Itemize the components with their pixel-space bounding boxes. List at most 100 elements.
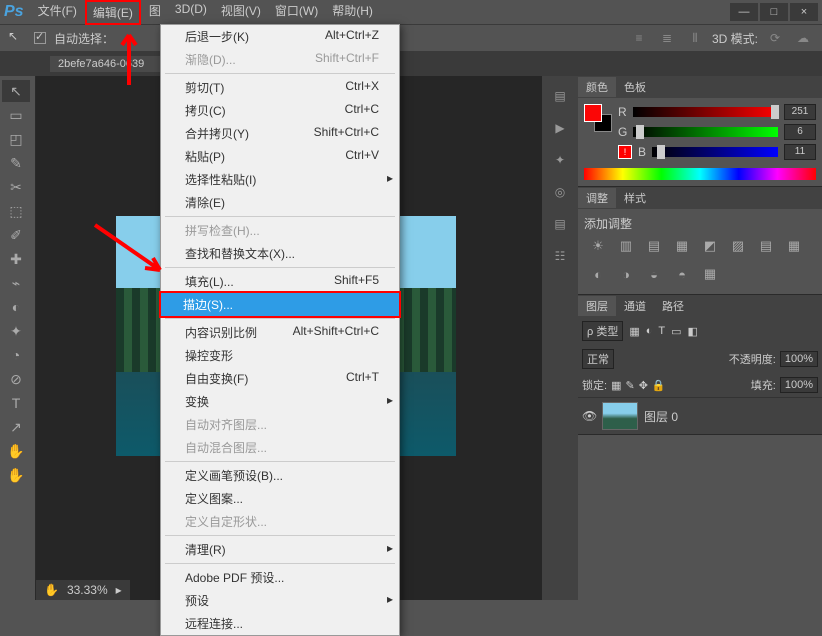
- close-button[interactable]: ×: [790, 3, 818, 21]
- edit-menu-item[interactable]: 内容识别比例Alt+Shift+Ctrl+C: [161, 321, 399, 344]
- dock-history-icon[interactable]: ▤: [548, 84, 572, 108]
- layer-row[interactable]: 👁 图层 0: [578, 397, 822, 434]
- menu-edit[interactable]: 编辑(E): [85, 0, 141, 25]
- exposure-icon[interactable]: ▦: [672, 236, 692, 256]
- minimize-button[interactable]: —: [730, 3, 758, 21]
- b-value[interactable]: 11: [784, 144, 816, 160]
- crop-tool[interactable]: ✂: [2, 176, 30, 198]
- edit-menu-item[interactable]: 查找和替换文本(X)...: [161, 242, 399, 265]
- menu-view[interactable]: 视图(V): [215, 0, 267, 25]
- hand-icon[interactable]: ✋: [44, 583, 59, 597]
- hue-ramp[interactable]: [584, 168, 816, 180]
- channel-mixer-icon[interactable]: ◑: [616, 264, 636, 284]
- shape-tool[interactable]: ✋: [2, 440, 30, 462]
- color-balance-icon[interactable]: ▤: [756, 236, 776, 256]
- fill-value[interactable]: 100%: [780, 377, 818, 393]
- curves-icon[interactable]: ▤: [644, 236, 664, 256]
- edit-menu-item[interactable]: 自动混合图层...: [161, 436, 399, 459]
- filter-pixel-icon[interactable]: ▦: [629, 325, 639, 338]
- edit-menu-item[interactable]: 操控变形: [161, 344, 399, 367]
- hue-icon[interactable]: ▨: [728, 236, 748, 256]
- clone-tool[interactable]: ⌁: [2, 272, 30, 294]
- edit-menu-item[interactable]: Adobe PDF 预设...: [161, 566, 399, 589]
- gradient-tool[interactable]: ✦: [2, 320, 30, 342]
- blur-tool[interactable]: ◔: [2, 344, 30, 366]
- filter-adj-icon[interactable]: ◐: [646, 325, 653, 337]
- tab-color[interactable]: 颜色: [578, 77, 616, 97]
- edit-menu-item[interactable]: 远程连接...: [161, 612, 399, 635]
- zoom-level[interactable]: 33.33%: [67, 583, 108, 597]
- edit-menu-item[interactable]: 填充(L)...Shift+F5: [161, 270, 399, 293]
- wand-tool[interactable]: ✎: [2, 152, 30, 174]
- lasso-tool[interactable]: ◰: [2, 128, 30, 150]
- edit-menu-item[interactable]: 预设▸: [161, 589, 399, 612]
- move-tool[interactable]: ↖: [2, 80, 30, 102]
- gamut-warning-icon[interactable]: !: [618, 145, 632, 159]
- orbit-icon[interactable]: ⟳: [764, 27, 786, 49]
- heal-tool[interactable]: ✚: [2, 248, 30, 270]
- r-slider[interactable]: [633, 107, 778, 117]
- dock-brush-icon[interactable]: ☷: [548, 244, 572, 268]
- edit-menu-item[interactable]: 定义自定形状...: [161, 510, 399, 533]
- posterize-icon[interactable]: ▦: [700, 264, 720, 284]
- photo-filter-icon[interactable]: ◐: [588, 264, 608, 284]
- lock-transparent-icon[interactable]: ▦: [611, 379, 621, 392]
- edit-menu-item[interactable]: 清除(E): [161, 191, 399, 214]
- edit-menu-item[interactable]: 拼写检查(H)...: [161, 219, 399, 242]
- dock-actions-icon[interactable]: ▶: [548, 116, 572, 140]
- visibility-icon[interactable]: 👁: [582, 409, 596, 423]
- menu-3d[interactable]: 3D(D): [169, 0, 213, 25]
- lock-position-icon[interactable]: ✥: [639, 379, 648, 392]
- tab-styles[interactable]: 样式: [616, 188, 654, 208]
- align-icon-2[interactable]: ≣: [656, 27, 678, 49]
- levels-icon[interactable]: ▥: [616, 236, 636, 256]
- menu-file[interactable]: 文件(F): [32, 0, 83, 25]
- marquee-tool[interactable]: ▭: [2, 104, 30, 126]
- vibrance-icon[interactable]: ◩: [700, 236, 720, 256]
- tab-layers[interactable]: 图层: [578, 296, 616, 316]
- lock-all-icon[interactable]: 🔒: [652, 379, 666, 392]
- g-value[interactable]: 6: [784, 124, 816, 140]
- edit-menu-item[interactable]: 选择性粘贴(I)▸: [161, 168, 399, 191]
- layer-filter-dropdown[interactable]: ρ 类型: [582, 321, 623, 341]
- edit-menu-item[interactable]: 自动对齐图层...: [161, 413, 399, 436]
- filter-shape-icon[interactable]: ▭: [671, 325, 681, 338]
- invert-icon[interactable]: ◓: [672, 264, 692, 284]
- edit-menu-item[interactable]: 剪切(T)Ctrl+X: [161, 76, 399, 99]
- light-icon[interactable]: ☁: [792, 27, 814, 49]
- opacity-value[interactable]: 100%: [780, 351, 818, 367]
- fg-bg-swatch[interactable]: [584, 104, 612, 132]
- fg-color-swatch[interactable]: [584, 104, 602, 122]
- edit-menu-item[interactable]: 自由变换(F)Ctrl+T: [161, 367, 399, 390]
- edit-menu-item[interactable]: 后退一步(K)Alt+Ctrl+Z: [161, 25, 399, 48]
- r-value[interactable]: 251: [784, 104, 816, 120]
- eyedropper-tool[interactable]: ⬚: [2, 200, 30, 222]
- dock-nav-icon[interactable]: ✦: [548, 148, 572, 172]
- menu-help[interactable]: 帮助(H): [326, 0, 379, 25]
- brightness-icon[interactable]: ☀: [588, 236, 608, 256]
- dock-para-icon[interactable]: ▤: [548, 212, 572, 236]
- layer-name[interactable]: 图层 0: [644, 408, 678, 425]
- pen-tool[interactable]: ⊘: [2, 368, 30, 390]
- brush-tool[interactable]: ✐: [2, 224, 30, 246]
- hand-tool[interactable]: ✋: [2, 464, 30, 486]
- tab-channels[interactable]: 通道: [616, 296, 654, 316]
- type-tool[interactable]: T: [2, 392, 30, 414]
- edit-menu-item[interactable]: 合并拷贝(Y)Shift+Ctrl+C: [161, 122, 399, 145]
- status-arrow-icon[interactable]: ▸: [116, 583, 122, 597]
- align-icon[interactable]: ≡: [628, 27, 650, 49]
- b-slider[interactable]: [652, 147, 778, 157]
- edit-menu-item[interactable]: 渐隐(D)...Shift+Ctrl+F: [161, 48, 399, 71]
- distribute-icon[interactable]: ⫴: [684, 27, 706, 49]
- edit-menu-item[interactable]: 清理(R)▸: [161, 538, 399, 561]
- edit-menu-item[interactable]: 粘贴(P)Ctrl+V: [161, 145, 399, 168]
- eraser-tool[interactable]: ◐: [2, 296, 30, 318]
- path-tool[interactable]: ↗: [2, 416, 30, 438]
- auto-select-checkbox[interactable]: [34, 32, 46, 44]
- edit-menu-item[interactable]: 变换▸: [161, 390, 399, 413]
- layer-thumbnail[interactable]: [602, 402, 638, 430]
- lookup-icon[interactable]: ◒: [644, 264, 664, 284]
- menu-window[interactable]: 窗口(W): [269, 0, 324, 25]
- tab-adjustments[interactable]: 调整: [578, 188, 616, 208]
- g-slider[interactable]: [633, 127, 778, 137]
